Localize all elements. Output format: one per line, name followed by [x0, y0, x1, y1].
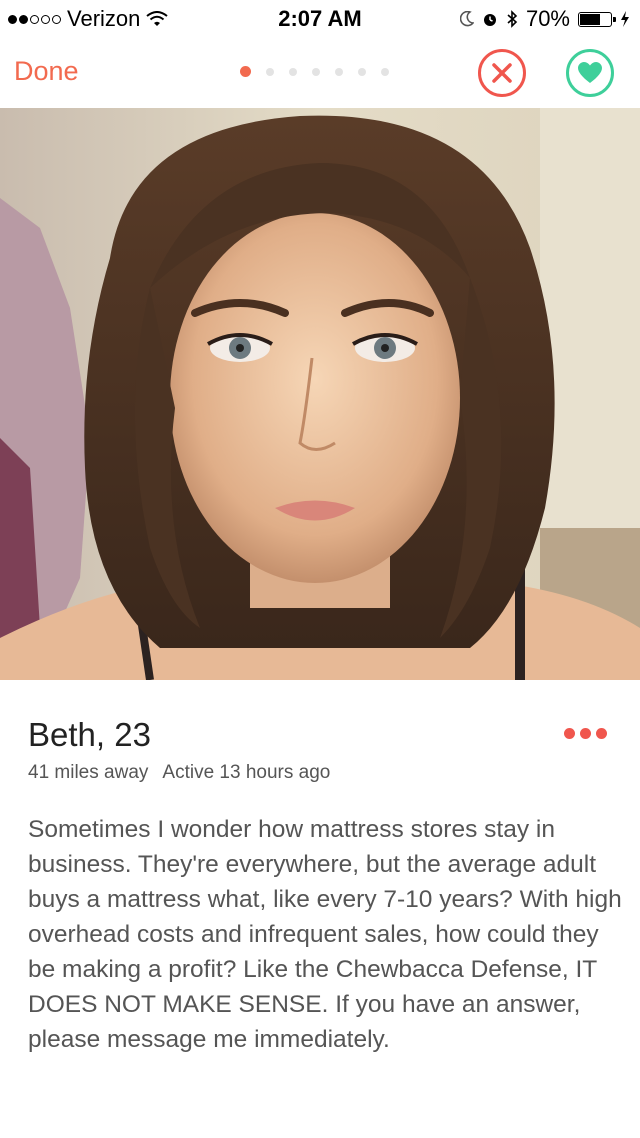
profile-photo-image	[0, 108, 640, 680]
carrier-name: Verizon	[67, 6, 141, 31]
profile-name-age: Beth, 23	[28, 716, 151, 753]
profile-bio: Sometimes I wonder how mattress stores s…	[28, 816, 622, 1053]
photo-page-dot[interactable]	[358, 67, 366, 76]
alarm-icon	[483, 14, 496, 26]
photo-page-dot[interactable]	[335, 67, 343, 76]
bluetooth-icon	[507, 10, 518, 28]
wifi-icon	[146, 11, 169, 26]
ellipsis-icon-dot	[564, 728, 575, 739]
signal-dot	[8, 14, 17, 24]
photo-page-dot[interactable]	[381, 67, 389, 76]
ellipsis-icon-dot	[596, 728, 607, 739]
heart-icon	[578, 62, 602, 83]
photo-page-dot[interactable]	[312, 67, 320, 76]
like-button[interactable]	[566, 49, 614, 97]
signal-strength-icon	[8, 14, 61, 24]
photo-page-dot[interactable]	[240, 66, 251, 77]
status-bar: Verizon 2:07 AM 70%	[0, 0, 640, 36]
done-button[interactable]: Done	[14, 56, 79, 87]
status-right: 70%	[459, 6, 630, 32]
status-left: Verizon	[8, 6, 169, 32]
profile-meta: 41 miles away Active 13 hours ago	[28, 762, 330, 784]
active-status-text: Active 13 hours ago	[162, 762, 331, 783]
signal-dot	[52, 14, 61, 24]
photo-page-dot[interactable]	[289, 67, 297, 76]
signal-dot	[41, 14, 50, 24]
battery-percent: 70%	[525, 6, 570, 31]
more-options-button[interactable]	[564, 728, 607, 739]
x-icon	[492, 63, 512, 83]
signal-dot	[30, 14, 39, 24]
distance-text: 41 miles away	[28, 762, 149, 783]
nope-button[interactable]	[478, 49, 526, 97]
photo-page-dot[interactable]	[266, 67, 274, 76]
profile-photo[interactable]	[0, 108, 640, 680]
bolt-icon	[621, 11, 629, 27]
battery-icon	[578, 11, 616, 27]
photo-page-indicator	[240, 66, 389, 77]
moon-icon	[459, 11, 474, 27]
signal-dot	[19, 14, 28, 24]
ellipsis-icon-dot	[580, 728, 591, 739]
nav-bar: Done	[0, 36, 640, 108]
